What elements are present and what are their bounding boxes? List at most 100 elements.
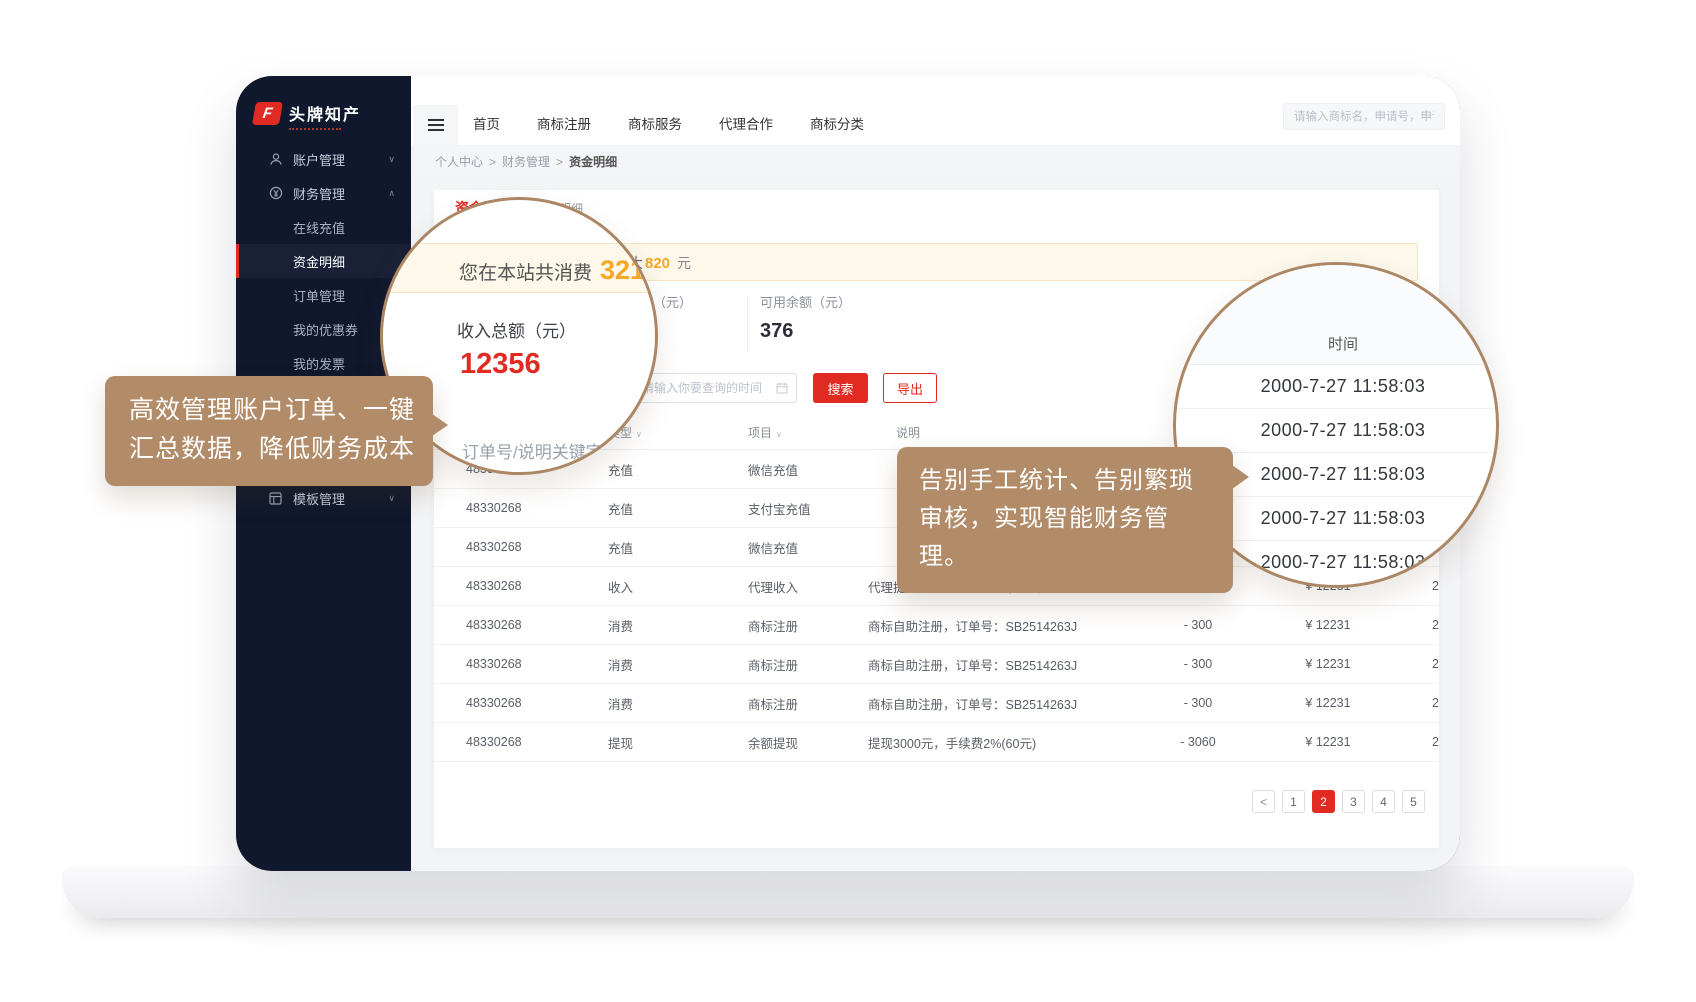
- export-button[interactable]: 导出: [883, 373, 937, 403]
- callout-left: 高效管理账户订单、一键 汇总数据，降低财务成本: [105, 376, 433, 486]
- user-icon: [268, 152, 283, 167]
- chevron-down-icon: ∨: [388, 493, 395, 504]
- cell-balance: ¥ 12231: [1248, 735, 1408, 749]
- callout-arrow-icon: [1232, 465, 1249, 489]
- header-type[interactable]: 类型∨: [608, 424, 748, 441]
- topbar: 首页 商标注册 商标服务 代理合作 商标分类: [411, 76, 1460, 145]
- table-row: 48330268 消费 商标注册 商标自助注册，订单号：SB2514263J -…: [434, 684, 1439, 723]
- laptop-base: [62, 866, 1634, 918]
- brand-tagline: [289, 128, 341, 130]
- breadcrumb-item[interactable]: 个人中心: [435, 153, 483, 170]
- search-input[interactable]: [1284, 104, 1444, 129]
- pagination-prev[interactable]: <: [1252, 790, 1275, 813]
- cell-project: 商标注册: [748, 616, 868, 635]
- chevron-down-icon: ∨: [388, 154, 395, 165]
- header-desc: 说明: [868, 424, 1148, 441]
- cell-desc: 商标自助注册，订单号：SB2514263J: [868, 616, 1148, 635]
- cell-order: 48330268: [466, 540, 608, 554]
- cell-type: 充值: [608, 460, 748, 479]
- stat-balance: 可用余额（元） 376: [760, 292, 851, 343]
- cell-amount: - 300: [1148, 696, 1248, 710]
- sidebar-item-templates[interactable]: 模板管理 ∨: [236, 481, 411, 515]
- cell-time: 2000-7-27 11:58:03: [1408, 696, 1439, 710]
- pagination-page-1[interactable]: 1: [1282, 790, 1305, 813]
- top-navigation: 首页 商标注册 商标服务 代理合作 商标分类: [473, 113, 864, 133]
- nav-item-trademark-register[interactable]: 商标注册: [537, 113, 591, 133]
- cell-project: 商标注册: [748, 655, 868, 674]
- cell-order: 48330268: [466, 618, 608, 632]
- cell-order: 48330268: [466, 696, 608, 710]
- cell-project: 支付宝充值: [748, 499, 868, 518]
- magnified-banner: 您在本站共消费 32124: [380, 243, 658, 293]
- pagination-page-4[interactable]: 4: [1372, 790, 1395, 813]
- nav-item-trademark-service[interactable]: 商标服务: [628, 113, 682, 133]
- cell-project: 商标注册: [748, 694, 868, 713]
- cell-order: 48330268: [466, 501, 608, 515]
- table-row: 48330268 提现 余额提现 提现3000元，手续费2%(60元) - 30…: [434, 723, 1439, 762]
- cell-desc: 商标自助注册，订单号：SB2514263J: [868, 694, 1148, 713]
- breadcrumb-item[interactable]: 财务管理: [502, 153, 550, 170]
- sidebar-item-finance[interactable]: 财务管理 ∧: [236, 176, 411, 210]
- pagination-page-2-active[interactable]: 2: [1312, 790, 1335, 813]
- header-project[interactable]: 项目∨: [748, 424, 868, 441]
- cell-time: 2000-7-27 11:58:03: [1408, 657, 1439, 671]
- chevron-up-icon: ∧: [388, 188, 395, 199]
- table-row: 48330268 消费 商标注册 商标自助注册，订单号：SB2514263J -…: [434, 645, 1439, 684]
- cell-type: 消费: [608, 616, 748, 635]
- cell-order: 48330268: [466, 579, 608, 593]
- cell-type: 提现: [608, 733, 748, 752]
- magnified-income-label: 收入总额（元）: [457, 317, 576, 342]
- calendar-icon: [776, 382, 788, 394]
- global-search: [1283, 103, 1445, 130]
- pagination: < 1 2 3 4 5: [1252, 790, 1425, 813]
- cell-project: 代理收入: [748, 577, 868, 596]
- magnified-income-value: 12356: [460, 348, 541, 381]
- brand-logo: 头牌知产: [236, 76, 411, 125]
- cell-project: 余额提现: [748, 733, 868, 752]
- page: 头牌知产 账户管理 ∨ 财务管理 ∧: [0, 0, 1696, 1002]
- breadcrumb-current: 资金明细: [569, 153, 617, 170]
- cell-amount: - 300: [1148, 657, 1248, 671]
- brand-name: 头牌知产: [289, 101, 361, 125]
- cell-project: 微信充值: [748, 460, 868, 479]
- pagination-page-3[interactable]: 3: [1342, 790, 1365, 813]
- cell-desc: 提现3000元，手续费2%(60元): [868, 733, 1148, 752]
- cell-balance: ¥ 12231: [1248, 657, 1408, 671]
- magnified-time: 2000-7-27 11:58:03: [1176, 365, 1496, 409]
- breadcrumb: 个人中心 > 财务管理 > 资金明细: [411, 145, 1460, 178]
- date-filter: [633, 373, 797, 403]
- date-input[interactable]: [634, 374, 796, 402]
- cell-type: 收入: [608, 577, 748, 596]
- magnified-keyword-placeholder: 订单号/说明关键字: [462, 438, 603, 463]
- cell-amount: - 300: [1148, 618, 1248, 632]
- menu-icon[interactable]: [413, 105, 458, 145]
- pagination-page-5[interactable]: 5: [1402, 790, 1425, 813]
- sort-caret-icon: ∨: [636, 430, 642, 439]
- cell-project: 微信充值: [748, 538, 868, 557]
- nav-item-home[interactable]: 首页: [473, 113, 500, 133]
- cell-type: 充值: [608, 499, 748, 518]
- template-icon: [268, 491, 283, 506]
- divider: [747, 296, 748, 352]
- nav-item-agency[interactable]: 代理合作: [719, 113, 773, 133]
- sidebar-item-online-recharge[interactable]: 在线充值: [236, 210, 411, 244]
- sort-caret-icon: ∨: [776, 430, 782, 439]
- cell-balance: ¥ 12231: [1248, 696, 1408, 710]
- cell-balance: ¥ 12231: [1248, 618, 1408, 632]
- finance-icon: [268, 186, 283, 201]
- cell-desc: 商标自助注册，订单号：SB2514263J: [868, 655, 1148, 674]
- brand-logo-icon: [252, 102, 283, 125]
- cell-amount: - 3060: [1148, 735, 1248, 749]
- cell-type: 消费: [608, 694, 748, 713]
- nav-item-trademark-category[interactable]: 商标分类: [810, 113, 864, 133]
- search-button[interactable]: 搜索: [813, 373, 868, 403]
- sidebar-item-account[interactable]: 账户管理 ∨: [236, 142, 411, 176]
- cell-order: 48330268: [466, 657, 608, 671]
- table-row: 48330268 消费 商标注册 商标自助注册，订单号：SB2514263J -…: [434, 606, 1439, 645]
- magnified-time-header: 时间: [1176, 265, 1496, 365]
- cell-type: 充值: [608, 538, 748, 557]
- callout-arrow-icon: [432, 414, 448, 436]
- cell-time: 2000-7-27 11:58:03: [1408, 735, 1439, 749]
- cell-order: 48330268: [466, 735, 608, 749]
- cell-time: 2000-7-27 11:58:03: [1408, 618, 1439, 632]
